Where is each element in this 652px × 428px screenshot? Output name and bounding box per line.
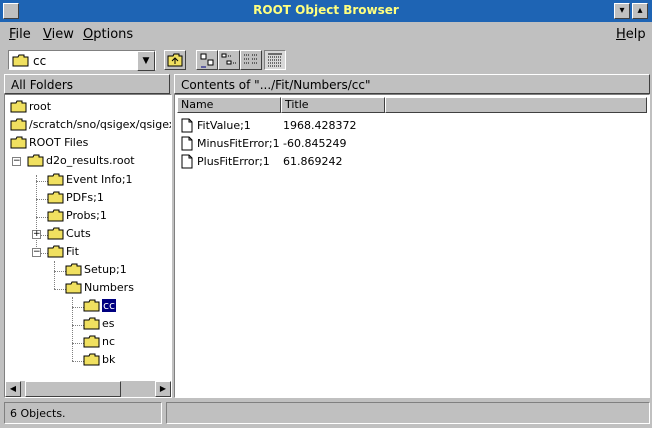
combo-value: cc — [33, 54, 47, 68]
minimize-button[interactable]: ▾ — [614, 3, 630, 19]
list-icon — [244, 54, 258, 64]
document-icon — [181, 118, 193, 133]
folder-icon — [83, 317, 100, 330]
title-bar[interactable]: ROOT Object Browser ▾ ▴ — [0, 0, 652, 22]
list-item-name: FitValue;1 — [197, 119, 251, 132]
small-icons-button[interactable] — [218, 50, 240, 70]
tree-item-label: bk — [102, 353, 116, 366]
folder-icon — [10, 136, 27, 149]
tree-item-label: ROOT Files — [29, 136, 89, 149]
tree-item-label: nc — [102, 335, 116, 348]
large-icons-button[interactable] — [196, 50, 218, 70]
tree-connector — [36, 175, 37, 257]
column-header-name[interactable]: Name — [177, 97, 281, 113]
list-view-button[interactable] — [240, 50, 262, 70]
document-icon — [181, 154, 193, 169]
scroll-left-button[interactable]: ◀ — [5, 381, 21, 397]
folder-icon — [65, 263, 82, 276]
menu-bar: File View Options Help — [0, 22, 652, 46]
collapse-toggle[interactable]: − — [32, 248, 41, 257]
large-icons-icon — [200, 53, 214, 68]
tree-item-label: Event Info;1 — [66, 173, 133, 186]
scroll-right-button[interactable]: ▶ — [155, 381, 171, 397]
list-item-title: 61.869242 — [283, 155, 343, 168]
tree-item-label: Setup;1 — [84, 263, 127, 276]
folder-combo[interactable]: cc ▼ — [8, 50, 156, 71]
up-folder-button[interactable] — [164, 50, 186, 70]
tree-item-label: Cuts — [66, 227, 91, 240]
list-item-name: PlusFitError;1 — [197, 155, 270, 168]
menu-help[interactable]: Help — [616, 27, 646, 42]
folder-icon — [47, 191, 64, 204]
column-header-empty[interactable] — [385, 97, 647, 113]
collapse-toggle[interactable]: − — [12, 157, 21, 166]
menu-view[interactable]: View — [43, 27, 74, 42]
tree-item-label: /scratch/sno/qsigex/qsigex_new — [29, 118, 171, 131]
folder-icon — [47, 227, 64, 240]
left-panel-header: All Folders — [4, 74, 170, 94]
folder-icon — [83, 299, 100, 312]
folder-icon — [47, 209, 64, 222]
menu-file[interactable]: File — [9, 27, 31, 42]
details-view-button[interactable] — [264, 50, 286, 70]
folder-icon — [83, 335, 100, 348]
tree-item-label: root — [29, 100, 52, 113]
tree-connector — [54, 261, 55, 289]
contents-list[interactable]: Name Title FitValue;1 1968.428372 MinusF… — [174, 94, 650, 398]
list-item-title: 1968.428372 — [283, 119, 357, 132]
tree-item-label: es — [102, 317, 115, 330]
folder-tree[interactable]: − + − root /scratch/sno/qsigex/qsigex_ne… — [4, 94, 172, 398]
tree-item-label: Numbers — [84, 281, 134, 294]
right-panel-header: Contents of ".../Fit/Numbers/cc" — [174, 74, 650, 94]
tree-item-label-selected: cc — [102, 299, 117, 312]
menu-options[interactable]: Options — [83, 27, 133, 42]
maximize-button[interactable]: ▴ — [632, 3, 648, 19]
tree-item-label: Probs;1 — [66, 209, 107, 222]
folder-icon — [83, 353, 100, 366]
tree-item-label: PDFs;1 — [66, 191, 104, 204]
status-bar-objects: 6 Objects. — [4, 402, 162, 424]
tree-item-label: d2o_results.root — [46, 154, 135, 167]
folder-icon — [10, 100, 27, 113]
chevron-down-icon[interactable]: ▼ — [137, 51, 155, 71]
status-objects-text: 6 Objects. — [10, 407, 66, 420]
toolbar: cc ▼ — [0, 46, 652, 74]
folder-up-icon — [167, 53, 183, 67]
folder-icon — [12, 54, 29, 67]
folder-open-icon — [65, 281, 82, 294]
all-folders-label: All Folders — [11, 78, 74, 92]
details-icon — [268, 53, 282, 67]
folder-icon — [47, 173, 64, 186]
document-icon — [181, 136, 193, 151]
contents-label: Contents of ".../Fit/Numbers/cc" — [181, 78, 371, 92]
tree-horizontal-scrollbar[interactable]: ◀ ▶ — [5, 381, 171, 397]
small-icons-icon — [221, 53, 237, 65]
status-bar-extra — [166, 402, 650, 424]
list-item-title: -60.845249 — [283, 137, 347, 150]
scrollbar-thumb[interactable] — [25, 381, 121, 397]
column-header-title[interactable]: Title — [281, 97, 385, 113]
folder-open-icon — [47, 245, 64, 258]
list-item-name: MinusFitError;1 — [197, 137, 280, 150]
folder-icon — [27, 154, 44, 167]
expand-toggle[interactable]: + — [32, 230, 41, 239]
window-title: ROOT Object Browser — [253, 3, 399, 17]
folder-icon — [10, 118, 27, 131]
tree-item-label: Fit — [66, 245, 79, 258]
